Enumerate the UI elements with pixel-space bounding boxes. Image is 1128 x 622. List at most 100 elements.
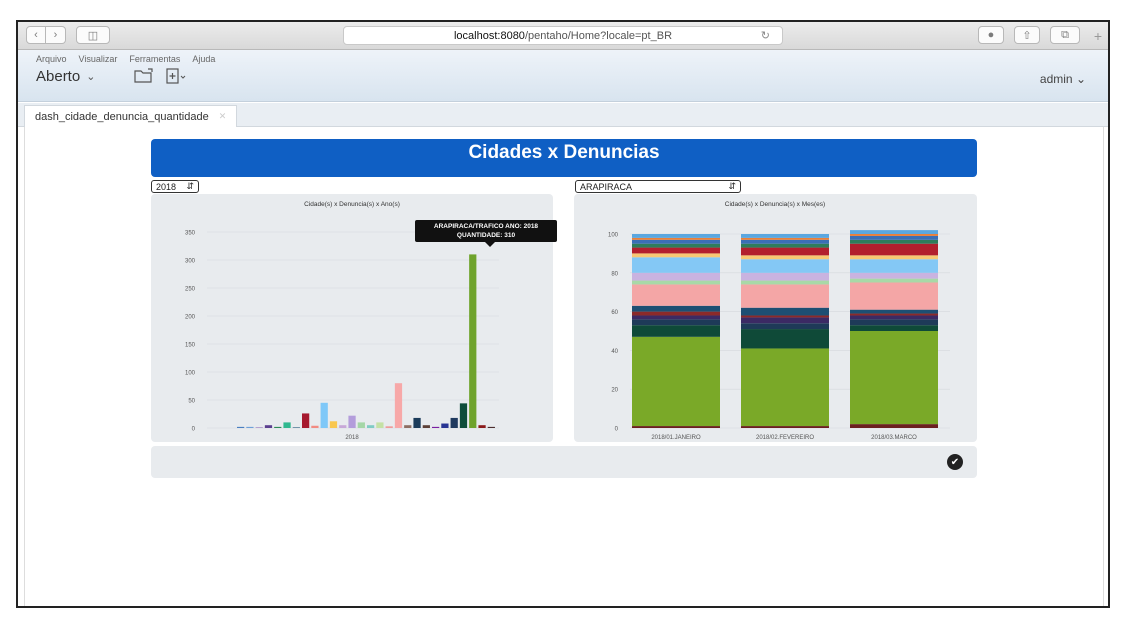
stacked-bar-segment — [741, 259, 829, 273]
open-folder-icon[interactable] — [134, 68, 154, 84]
x-tick-label: 2018 — [345, 435, 359, 441]
downloads-button[interactable]: ● — [978, 26, 1004, 44]
chart-month: Cidade(s) x Denuncia(s) x Mes(es) 0 20 40 60… — [608, 201, 950, 441]
y-tick-label: 300 — [185, 259, 196, 265]
back-button[interactable]: ‹ — [26, 26, 46, 44]
stacked-bar-segment — [741, 280, 829, 285]
dashboard-footer: ✔ — [151, 446, 977, 478]
stacked-bar-segment — [632, 272, 720, 281]
bar — [274, 426, 282, 428]
y-tick-label: 20 — [611, 388, 618, 394]
y-tick-label: 200 — [185, 315, 196, 321]
close-icon[interactable]: ✕ — [219, 111, 227, 122]
bar — [283, 422, 291, 428]
stacked-bar-segment — [850, 278, 938, 283]
stacked-bar-segment — [741, 348, 829, 427]
stacked-bar-segment — [632, 284, 720, 306]
tooltip-line1: ARAPIRACA/TRAFICO ANO: 2018 — [433, 223, 539, 230]
bar — [246, 426, 254, 428]
menu-visualizar[interactable]: Visualizar — [79, 54, 118, 64]
bar — [255, 427, 263, 428]
bar — [459, 403, 468, 428]
menu-ferramentas[interactable]: Ferramentas — [129, 54, 180, 64]
y-tick-label: 100 — [185, 371, 196, 377]
url-path: /pentaho/Home?locale=pt_BR — [524, 29, 673, 42]
stacked-bar-segment — [632, 315, 720, 320]
sidebar-toggle-button[interactable]: ◫ — [76, 26, 110, 44]
bar — [487, 426, 495, 428]
chart-panel-year: Cidade(s) x Denuncia(s) x Ano(s) 0 50 100 15… — [151, 194, 557, 442]
stacked-bar-segment — [850, 331, 938, 425]
chart-tooltip: ARAPIRACA/TRAFICO ANO: 2018 QUANTIDADE: … — [415, 220, 557, 247]
menu-bar: Arquivo Visualizar Ferramentas Ajuda — [36, 54, 215, 64]
bar — [339, 425, 347, 428]
bar — [329, 421, 338, 428]
city-select[interactable]: ARAPIRACA ⇵ — [575, 180, 741, 193]
chart-title: Cidade(s) x Denuncia(s) x Ano(s) — [304, 201, 400, 208]
bar — [478, 425, 486, 428]
user-name: admin — [1039, 72, 1073, 86]
stacked-bar-segment — [632, 311, 720, 316]
dashboard-title: Cidades x Denuncias — [151, 139, 977, 177]
stacked-bar-segment — [632, 319, 720, 326]
bar — [357, 422, 365, 428]
stacked-bar-segment — [741, 315, 829, 318]
show-tabs-button[interactable]: ⧉ — [1050, 26, 1080, 44]
y-tick-label: 100 — [608, 233, 619, 239]
select-arrows-icon: ⇵ — [728, 181, 736, 191]
stacked-bar-segment — [632, 234, 720, 238]
stacked-bar-segment — [632, 253, 720, 258]
x-tick-label: 2018/03.MARCO — [871, 435, 917, 441]
menu-ajuda[interactable]: Ajuda — [192, 54, 215, 64]
bar — [450, 417, 458, 428]
perspective-dropdown[interactable]: Aberto ⌄ — [36, 68, 95, 85]
new-tab-button[interactable]: + — [1088, 28, 1108, 44]
plus-icon: + — [1093, 28, 1103, 44]
stacked-bar-segment — [632, 426, 720, 428]
bar — [237, 426, 245, 428]
bar — [264, 425, 273, 428]
bar — [394, 383, 403, 428]
tab-dashboard[interactable]: dash_cidade_denuncia_quantidade ✕ — [24, 105, 238, 127]
url-host: localhost:8080 — [453, 29, 525, 42]
bar — [385, 426, 393, 428]
forward-button[interactable]: › — [46, 26, 66, 44]
check-icon[interactable]: ✔ — [947, 454, 963, 470]
y-tick-label: 0 — [615, 427, 619, 433]
new-file-icon[interactable] — [166, 68, 188, 84]
stacked-bar-segment — [850, 315, 938, 320]
stacked-bar-segment — [850, 282, 938, 310]
stacked-bar-segment — [632, 247, 720, 254]
chevron-down-icon: ⌄ — [86, 71, 96, 83]
y-tick-label: 50 — [188, 399, 195, 405]
x-tick-label: 2018/02.FEVEREIRO — [756, 435, 814, 441]
reload-icon[interactable]: ↻ — [761, 29, 770, 42]
stacked-bar-segment — [741, 237, 829, 240]
bar — [432, 426, 440, 428]
stacked-bar-segment — [632, 237, 720, 240]
stacked-bar-segment — [741, 234, 829, 238]
y-tick-label: 80 — [611, 271, 618, 277]
document-tab-strip: dash_cidade_denuncia_quantidade ✕ — [18, 103, 1108, 127]
stacked-bar-segment — [850, 243, 938, 256]
menu-arquivo[interactable]: Arquivo — [36, 54, 67, 64]
stacked-bar-segment — [850, 309, 938, 314]
address-bar[interactable]: localhost:8080/pentaho/Home?locale=pt_BR… — [343, 26, 783, 45]
browser-toolbar: ‹ › ◫ localhost:8080/pentaho/Home?locale… — [18, 22, 1108, 50]
share-button[interactable]: ⇧ — [1014, 26, 1040, 44]
stacked-bar-segment — [741, 317, 829, 324]
stacked-bar-segment — [632, 305, 720, 312]
chart-panel-month: Cidade(s) x Denuncia(s) x Mes(es) 0 20 40 60… — [574, 194, 977, 442]
chevron-down-icon: ⌄ — [1075, 72, 1086, 86]
bar — [348, 415, 356, 428]
bar — [311, 425, 319, 428]
stacked-bar-segment — [741, 284, 829, 308]
bar — [404, 425, 412, 428]
chart-title: Cidade(s) x Denuncia(s) x Mes(es) — [725, 201, 825, 208]
year-select[interactable]: 2018 ⇵ — [151, 180, 199, 193]
user-menu[interactable]: admin ⌄ — [1040, 72, 1086, 86]
select-arrows-icon: ⇵ — [186, 181, 194, 191]
stacked-bar-segment — [741, 239, 829, 244]
stacked-bar-segment — [741, 272, 829, 281]
y-tick-label: 0 — [192, 427, 196, 433]
